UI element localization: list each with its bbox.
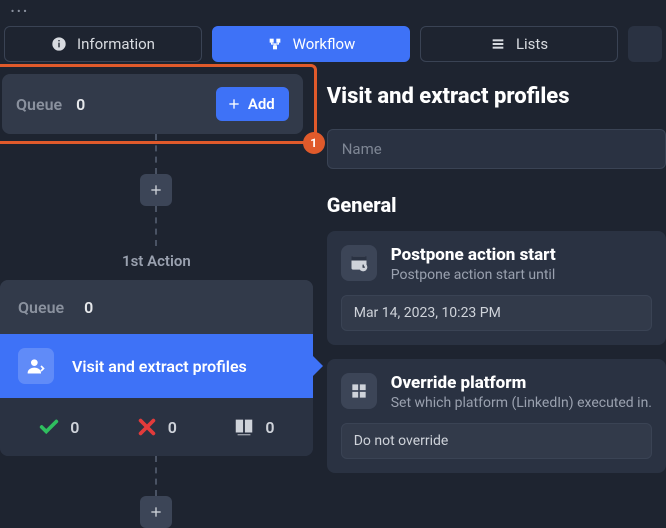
setting-postpone: Postpone action start Postpone action st… bbox=[327, 231, 666, 345]
add-node-button[interactable] bbox=[140, 496, 172, 528]
tab-lists[interactable]: Lists bbox=[420, 26, 618, 62]
action-stats: 0 0 0 bbox=[0, 398, 313, 456]
connector-line bbox=[155, 206, 157, 246]
calendar-clock-icon bbox=[341, 245, 377, 281]
queue-card[interactable]: Queue 0 Add bbox=[2, 74, 303, 134]
tab-label: Workflow bbox=[293, 35, 356, 53]
setting-override: Override platform Set which platform (Li… bbox=[327, 359, 666, 473]
setting-title: Override platform bbox=[391, 373, 652, 393]
section-general: General bbox=[327, 193, 666, 217]
more-dots-icon[interactable]: ... bbox=[10, 0, 29, 10]
name-input[interactable] bbox=[327, 129, 666, 169]
first-action-label: 1st Action bbox=[0, 252, 313, 270]
action-card: Queue 0 Visit and extract profiles 0 0 bbox=[0, 280, 313, 456]
action-queue-row[interactable]: Queue 0 bbox=[0, 280, 313, 334]
profiles-icon bbox=[233, 416, 255, 438]
tab-information[interactable]: Information bbox=[4, 26, 202, 62]
plus-icon bbox=[148, 182, 164, 198]
stat-value: 0 bbox=[265, 418, 274, 437]
x-icon bbox=[136, 416, 158, 438]
queue-count: 0 bbox=[76, 95, 85, 114]
action-row[interactable]: Visit and extract profiles bbox=[0, 334, 313, 398]
queue-label: Queue bbox=[18, 298, 64, 317]
workflow-icon bbox=[267, 36, 283, 52]
add-label: Add bbox=[248, 95, 275, 113]
info-icon bbox=[51, 36, 67, 52]
platform-icon bbox=[341, 373, 377, 409]
action-title: Visit and extract profiles bbox=[72, 357, 247, 376]
override-value[interactable]: Do not override bbox=[341, 423, 652, 459]
connector-line bbox=[155, 456, 157, 496]
setting-desc: Set which platform (LinkedIn) executed i… bbox=[391, 395, 652, 411]
postpone-value[interactable]: Mar 14, 2023, 10:23 PM bbox=[341, 295, 652, 331]
check-icon bbox=[38, 416, 60, 438]
stat-fail[interactable]: 0 bbox=[136, 416, 177, 438]
tab-label: Information bbox=[77, 35, 155, 53]
stat-profiles[interactable]: 0 bbox=[233, 416, 274, 438]
stat-value: 0 bbox=[168, 418, 177, 437]
tab-label: Lists bbox=[516, 35, 548, 53]
lists-icon bbox=[490, 36, 506, 52]
stat-value: 0 bbox=[70, 418, 79, 437]
tab-workflow[interactable]: Workflow bbox=[212, 26, 410, 62]
plus-icon bbox=[148, 504, 164, 520]
visit-profile-icon bbox=[18, 348, 54, 384]
setting-desc: Postpone action start until bbox=[391, 267, 556, 283]
tab-extra[interactable] bbox=[628, 26, 662, 62]
plus-icon bbox=[226, 96, 242, 112]
queue-count: 0 bbox=[84, 298, 93, 317]
connector-line bbox=[155, 134, 157, 174]
panel-title: Visit and extract profiles bbox=[327, 84, 666, 109]
stat-success[interactable]: 0 bbox=[38, 416, 79, 438]
highlight-badge: 1 bbox=[303, 132, 325, 154]
add-node-button[interactable] bbox=[140, 174, 172, 206]
queue-label: Queue bbox=[16, 95, 62, 114]
add-button[interactable]: Add bbox=[216, 87, 289, 121]
setting-title: Postpone action start bbox=[391, 245, 556, 265]
